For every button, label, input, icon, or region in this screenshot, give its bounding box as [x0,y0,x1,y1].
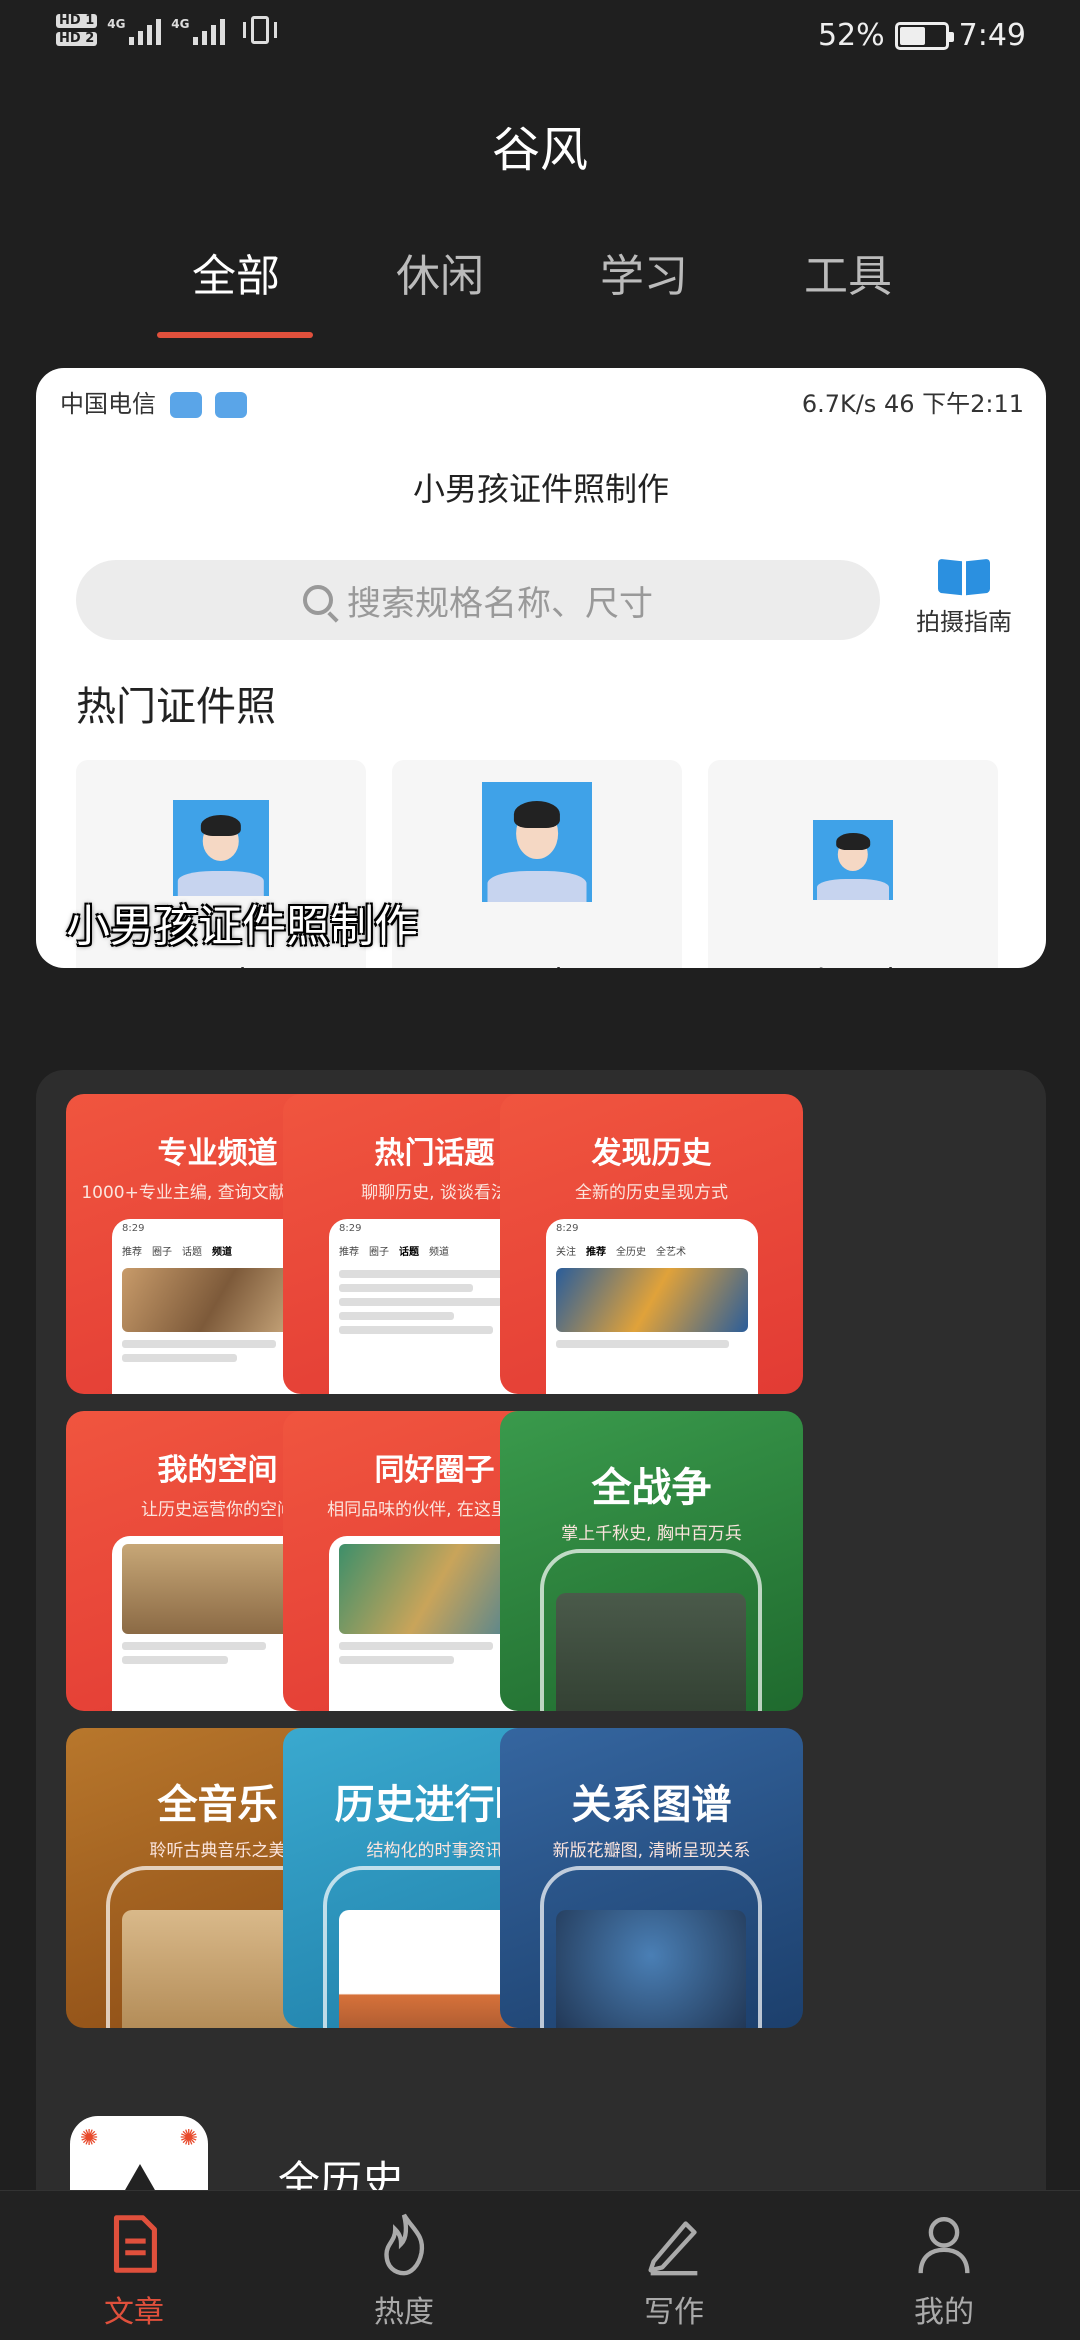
hd-indicator: HD 1 HD 2 [56,14,98,46]
bottom-navigation: 文章 热度 写作 我的 [0,2190,1080,2340]
status-left: HD 1 HD 2 4G 4G [56,14,281,46]
preview-status-bar: 中国电信 6.7K/s 46 下午2:11 [36,382,1046,418]
tile-relation-graph[interactable]: 关系图谱 新版花瓣图, 清晰呈现关系 [500,1728,803,2028]
nav-me[interactable]: 我的 [854,2209,1034,2331]
nav-trending[interactable]: 热度 [314,2209,494,2331]
preview-id-card: 二寸 [392,760,682,968]
search-icon [303,585,333,615]
id-photo-icon [173,800,269,896]
tile-title: 全战争 [591,1464,712,1511]
preview-status-right: 6.7K/s 46 下午2:11 [801,390,1024,418]
app-screenshots-card: 专业频道 1000+专业主编, 查询文献撰写原创 8:29 推荐 圈子 话题 频道 热… [36,1070,1046,2340]
hd1-label: HD 1 [56,14,98,28]
network-type-label-2: 4G [171,17,190,31]
phone-mockup [540,1866,762,2028]
status-bar: HD 1 HD 2 4G 4G 52% 7:49 [0,0,1080,72]
tab-study[interactable]: 学习 [574,240,714,304]
tab-tools[interactable]: 工具 [778,240,918,304]
status-right: 52% 7:49 [818,18,1026,53]
preview-search-bar: 搜索规格名称、尺寸 [76,560,880,640]
nav-label: 我的 [914,2295,974,2330]
preview-guide-label: 拍摄指南 [916,608,1012,636]
document-icon [113,2215,157,2273]
nav-label: 文章 [104,2295,164,2330]
book-icon [938,556,990,596]
page-title: 谷风 [491,122,588,178]
signal-icon: 4G [107,15,162,45]
id-card-label: 二寸 [392,958,682,968]
preview-search-placeholder: 搜索规格名称、尺寸 [347,583,653,624]
pen-icon [648,2221,698,2276]
hd-badge-icon [169,392,202,418]
clock: 7:49 [958,18,1026,53]
nav-articles[interactable]: 文章 [44,2209,224,2331]
tile-discover-history[interactable]: 发现历史 全新的历史呈现方式 8:29 关注 推荐 全历史 全艺术 [500,1094,803,1394]
hd-badge-icon [215,392,248,418]
tile-title: 关系图谱 [571,1781,732,1828]
preview-heading: 小男孩证件照制作 [412,470,669,508]
preview-id-card: 小一寸 [708,760,998,968]
phone-mockup: 8:29 关注 推荐 全历史 全艺术 [546,1219,758,1394]
tab-leisure[interactable]: 休闲 [370,240,510,304]
tile-title: 发现历史 [591,1136,712,1171]
active-tab-indicator [157,332,313,338]
nav-label: 写作 [644,2295,704,2330]
tile-total-war[interactable]: 全战争 掌上千秋史, 胸中百万兵 [500,1411,803,1711]
nav-label: 热度 [374,2295,434,2330]
tab-all[interactable]: 全部 [166,240,306,304]
featured-app-card[interactable]: 中国电信 6.7K/s 46 下午2:11 小男孩证件照制作 搜索规格名称、尺寸… [36,368,1046,968]
flame-icon [384,2213,425,2276]
vibrate-icon [241,14,281,46]
battery-icon [894,21,954,50]
phone-mockup [540,1549,762,1711]
id-photo-icon [813,820,893,900]
category-tabs: 全部 休闲 学习 工具 [0,240,1080,340]
hd2-label: HD 2 [56,32,98,46]
tile-subtitle: 新版花瓣图, 清晰呈现关系 [552,1841,751,1861]
tile-subtitle: 掌上千秋史, 胸中百万兵 [561,1524,742,1544]
id-photo-icon [482,782,592,902]
id-card-label: 小一寸 [708,958,998,968]
id-card-label: 一寸 [76,958,366,968]
tile-subtitle: 全新的历史呈现方式 [575,1183,728,1203]
battery-percent: 52% [817,18,885,53]
preview-guide: 拍摄指南 [904,556,1024,637]
person-icon [918,2217,970,2274]
preview-section-title: 热门证件照 [76,684,276,730]
network-type-label: 4G [107,17,126,31]
featured-caption: 小男孩证件照制作 [66,901,418,952]
nav-write[interactable]: 写作 [584,2209,764,2331]
preview-carrier: 中国电信 [60,390,156,418]
signal-icon-2: 4G [171,15,226,45]
